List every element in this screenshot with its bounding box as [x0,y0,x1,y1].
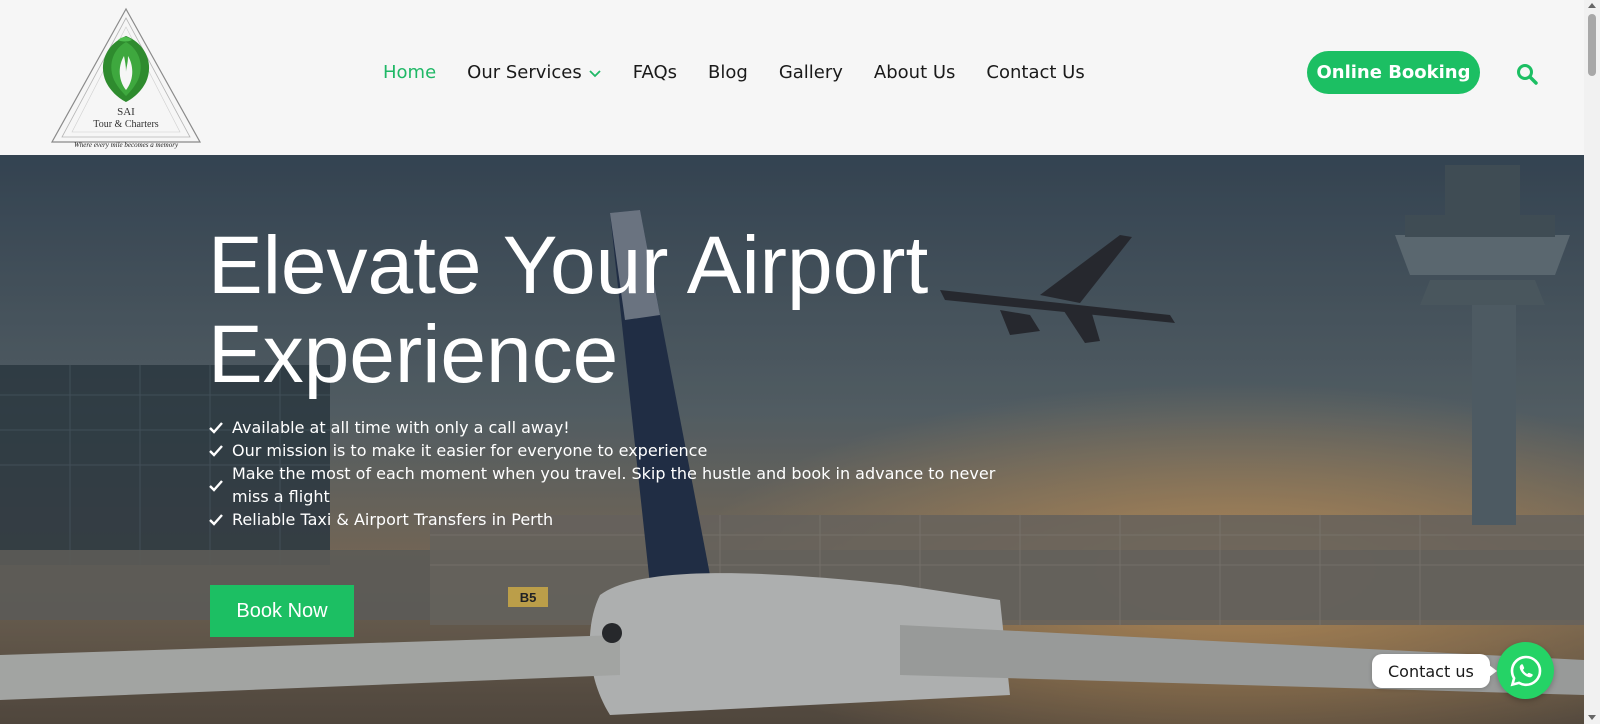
nav-about-us-label: About Us [873,62,956,83]
online-booking-label: Online Booking [1316,62,1471,83]
scrollbar-thumb[interactable] [1588,14,1596,76]
svg-text:Tour & Charters: Tour & Charters [93,119,159,130]
svg-text:Where every mile becomes a mem: Where every mile becomes a memory [74,141,179,149]
nav-contact-us-label: Contact Us [986,62,1085,83]
contact-us-tooltip[interactable]: Contact us [1372,654,1497,688]
main-nav: Home Our Services FAQs Blog Gallery Abou… [383,62,1116,83]
nav-about-us[interactable]: About Us [874,62,956,83]
check-icon [208,478,224,494]
list-item-text: Reliable Taxi & Airport Transfers in Per… [232,509,554,529]
list-item-text: Our mission is to make it easier for eve… [232,441,708,460]
scroll-up-arrow-icon[interactable] [1588,3,1596,8]
hero-title: Elevate Your Airport Experience [208,221,1008,399]
nav-home-label: Home [383,62,437,83]
list-item: Make the most of each moment when you tr… [208,463,998,508]
nav-home[interactable]: Home [383,62,436,83]
check-icon [208,420,224,436]
hero-feature-list: Available at all time with only a call a… [208,417,998,532]
nav-our-services-label: Our Services [467,62,582,83]
whatsapp-icon[interactable] [1497,642,1554,699]
search-icon[interactable] [1515,62,1539,86]
site-header: SAI Tour & Charters Where every mile bec… [0,0,1584,155]
nav-contact-us[interactable]: Contact Us [986,62,1084,83]
nav-our-services[interactable]: Our Services [467,62,602,83]
contact-us-label: Contact us [1388,661,1474,681]
chevron-down-icon [588,62,602,83]
nav-faqs[interactable]: FAQs [633,62,677,83]
book-now-label: Book Now [236,599,328,622]
list-item: Our mission is to make it easier for eve… [208,440,998,463]
check-icon [208,443,224,459]
svg-text:SAI: SAI [117,106,135,118]
hero-section: B5 Elevate Your Airport Experience Avail… [0,155,1584,724]
hero-title-line-2: Experience [208,309,619,400]
site-logo[interactable]: SAI Tour & Charters Where every mile bec… [48,6,204,152]
check-icon [208,512,224,528]
scroll-down-arrow-icon[interactable] [1588,715,1596,720]
nav-gallery[interactable]: Gallery [779,62,843,83]
nav-blog[interactable]: Blog [708,62,748,83]
list-item: Available at all time with only a call a… [208,417,998,440]
nav-gallery-label: Gallery [778,62,843,83]
page-scrollbar[interactable] [1584,0,1600,724]
list-item-text: Make the most of each moment when you tr… [232,464,996,506]
nav-faqs-label: FAQs [632,62,678,83]
hero-title-line-1: Elevate Your Airport [208,220,929,311]
list-item-text: Available at all time with only a call a… [232,418,570,437]
book-now-button[interactable]: Book Now [210,585,354,637]
list-item: Reliable Taxi & Airport Transfers in Per… [208,509,998,532]
nav-blog-label: Blog [708,62,748,83]
online-booking-button[interactable]: Online Booking [1307,51,1480,94]
logo-emblem: SAI Tour & Charters Where every mile bec… [50,7,202,149]
